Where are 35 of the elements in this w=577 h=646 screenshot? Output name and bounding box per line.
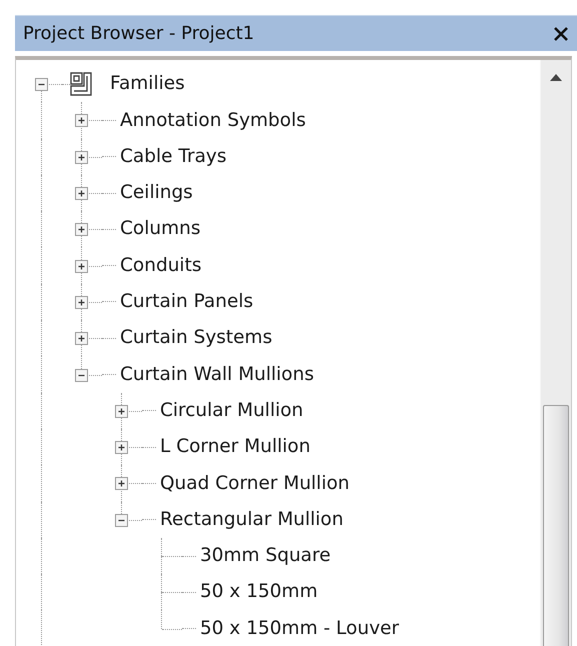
collapse-icon[interactable] (75, 368, 88, 382)
tree-item[interactable]: Conduits (120, 252, 202, 280)
expand-icon[interactable] (115, 441, 128, 454)
expand-icon[interactable] (115, 404, 128, 418)
tree-item[interactable]: Curtain Wall Mullions (120, 360, 314, 388)
scrollbar[interactable] (540, 60, 571, 646)
window-title: Project Browser - Project1 (23, 22, 254, 46)
scrollbar-thumb[interactable] (543, 405, 569, 646)
collapse-icon[interactable] (115, 514, 128, 527)
tree-item[interactable]: Rectangular Mullion (160, 506, 344, 534)
family-icon (70, 72, 92, 96)
expand-icon[interactable] (75, 187, 88, 200)
expand-icon[interactable] (115, 477, 128, 490)
tree-item[interactable]: Circular Mullion (160, 396, 304, 425)
tree-item[interactable]: Annotation Symbols (120, 106, 306, 134)
tree-item[interactable]: 50 x 150mm (200, 578, 318, 606)
tree-item[interactable]: L Corner Mullion (160, 433, 310, 461)
tree-item[interactable]: Curtain Systems (120, 324, 272, 352)
tree-item[interactable]: Columns (120, 215, 200, 244)
collapse-icon[interactable] (35, 78, 48, 92)
expand-icon[interactable] (75, 332, 88, 346)
tree-item[interactable]: 30mm Square (200, 542, 331, 570)
expand-icon[interactable] (75, 114, 88, 128)
expand-icon[interactable] (75, 223, 88, 236)
expand-icon[interactable] (75, 150, 88, 164)
scroll-up-icon[interactable] (550, 74, 562, 81)
tree-item[interactable]: Curtain Panels (120, 288, 254, 316)
expand-icon[interactable] (75, 260, 88, 273)
tree-item[interactable]: Cable Trays (120, 142, 227, 171)
tree-item[interactable]: 50 x 150mm - Louver (200, 614, 400, 642)
tree-item[interactable]: Quad Corner Mullion (160, 470, 350, 498)
tree-item[interactable]: Families (110, 70, 185, 98)
close-icon[interactable] (553, 26, 569, 42)
expand-icon[interactable] (75, 296, 88, 309)
tree-item[interactable]: Ceilings (120, 179, 193, 207)
